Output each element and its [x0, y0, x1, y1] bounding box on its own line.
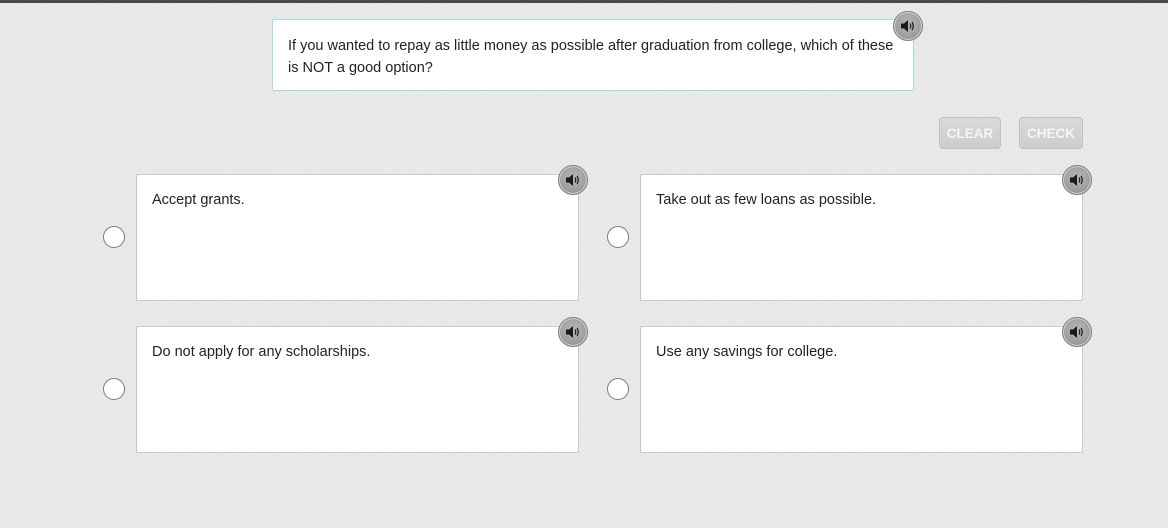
option-4-card[interactable]: Use any savings for college.: [640, 326, 1083, 453]
question-box: If you wanted to repay as little money a…: [272, 19, 914, 91]
option-2-audio-button[interactable]: [1062, 165, 1092, 195]
option-4-text: Use any savings for college.: [656, 344, 838, 360]
clear-button[interactable]: CLEAR: [939, 117, 1001, 149]
option-1-audio-button[interactable]: [558, 165, 588, 195]
option-1-card[interactable]: Accept grants.: [136, 174, 579, 301]
option-2-text: Take out as few loans as possible.: [656, 192, 877, 208]
check-button[interactable]: CHECK: [1019, 117, 1083, 149]
option-3-audio-button[interactable]: [558, 317, 588, 347]
speaker-icon: [1070, 174, 1083, 186]
top-bar: [0, 0, 1168, 3]
option-2-card[interactable]: Take out as few loans as possible.: [640, 174, 1083, 301]
speaker-icon: [901, 20, 914, 32]
question-audio-button[interactable]: [893, 11, 923, 41]
option-3-card[interactable]: Do not apply for any scholarships.: [136, 326, 579, 453]
option-1-text: Accept grants.: [152, 192, 245, 208]
option-3-radio[interactable]: [103, 378, 125, 400]
question-text: If you wanted to repay as little money a…: [288, 38, 894, 76]
option-2-radio[interactable]: [607, 226, 629, 248]
option-3-text: Do not apply for any scholarships.: [152, 344, 371, 360]
option-1-radio[interactable]: [103, 226, 125, 248]
speaker-icon: [566, 326, 579, 338]
option-4-radio[interactable]: [607, 378, 629, 400]
option-4-audio-button[interactable]: [1062, 317, 1092, 347]
speaker-icon: [1070, 326, 1083, 338]
speaker-icon: [566, 174, 579, 186]
